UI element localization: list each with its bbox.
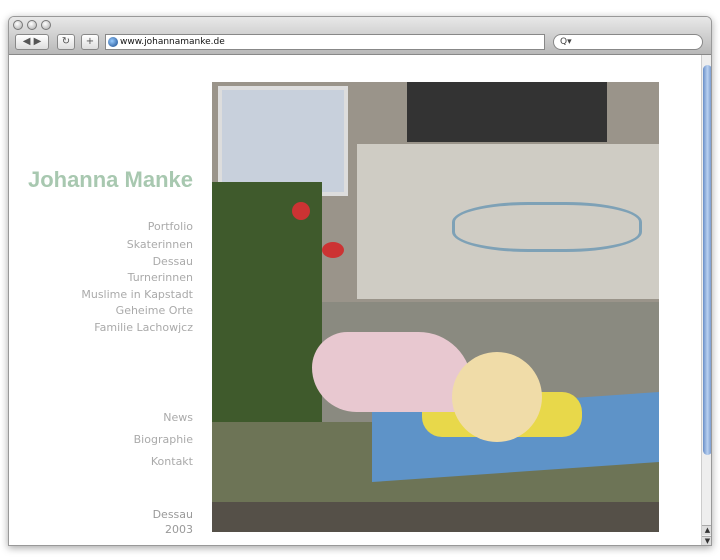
portfolio-item[interactable]: Familie Lachowjcz [81,320,193,337]
balcony-door [407,82,607,142]
scroll-down-arrow[interactable]: ▼ [702,536,711,545]
browser-toolbar: ◀ ▶ ↻ + www.johannamanke.de Q▾ [9,17,711,55]
portfolio-item[interactable]: Muslime in Kapstadt [81,287,193,304]
featured-photo [212,82,659,532]
biographie-link[interactable]: Biographie [134,429,193,451]
url-input[interactable]: www.johannamanke.de [105,34,545,50]
site-title[interactable]: Johanna Manke [28,167,193,193]
photo-caption: Dessau 2003 [152,508,193,536]
kontakt-link[interactable]: Kontakt [134,451,193,473]
flower [322,242,344,258]
zoom-window-button[interactable] [41,20,51,30]
scroll-up-arrow[interactable]: ▲ [702,525,711,535]
graffiti [452,202,642,252]
window [218,86,348,196]
site-links: News Biographie Kontakt [134,407,193,473]
scrollbar-thumb[interactable] [703,65,711,455]
close-window-button[interactable] [13,20,23,30]
forward-icon[interactable]: ▶ [34,36,42,47]
news-link[interactable]: News [134,407,193,429]
vertical-scrollbar[interactable]: ▲ ▼ [701,55,711,545]
portfolio-item[interactable]: Turnerinnen [81,270,193,287]
back-forward-button[interactable]: ◀ ▶ [15,34,49,50]
flower [292,202,310,220]
back-icon[interactable]: ◀ [23,36,31,47]
search-icon: Q▾ [560,37,572,47]
girl-hair [452,352,542,442]
add-bookmark-button[interactable]: + [81,34,99,50]
pavement [212,502,659,532]
portfolio-item[interactable]: Geheime Orte [81,303,193,320]
reload-button[interactable]: ↻ [57,34,75,50]
portfolio-list: Skaterinnen Dessau Turnerinnen Muslime i… [81,237,193,336]
minimize-window-button[interactable] [27,20,37,30]
portfolio-item[interactable]: Dessau [81,254,193,271]
search-input[interactable]: Q▾ [553,34,703,50]
portfolio-item[interactable]: Skaterinnen [81,237,193,254]
browser-window: ◀ ▶ ↻ + www.johannamanke.de Q▾ Johanna M… [8,16,712,546]
girl-dress [312,332,472,412]
portfolio-heading[interactable]: Portfolio [148,219,193,236]
globe-icon [108,37,118,47]
page-content: Johanna Manke Portfolio Skaterinnen Dess… [9,55,711,545]
